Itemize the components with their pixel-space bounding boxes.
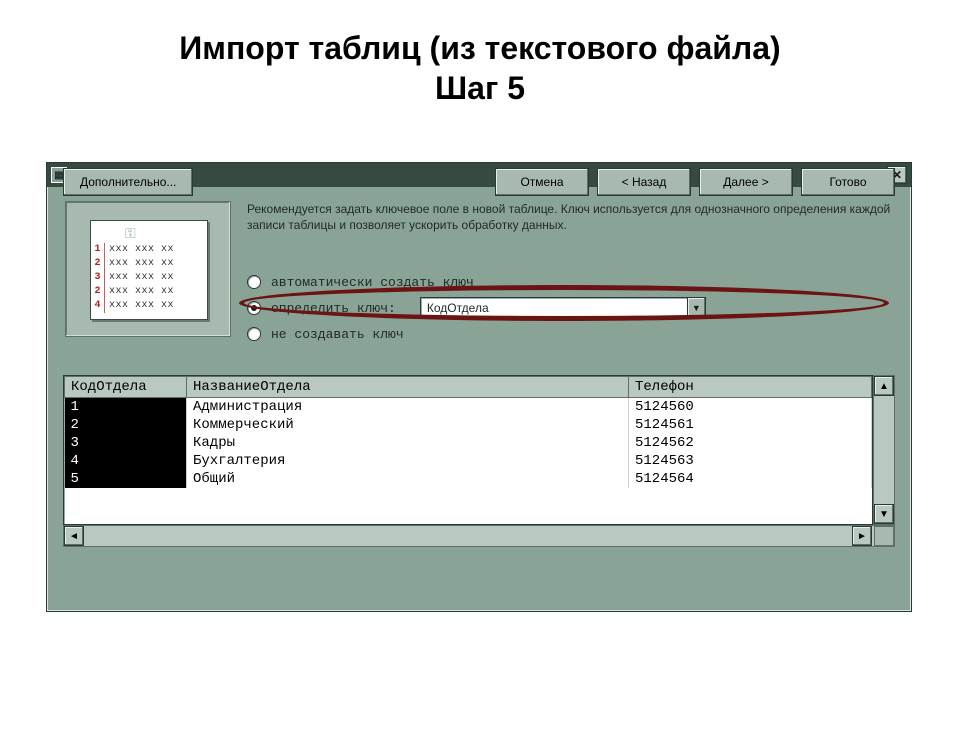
illustration-row: 2xxx xxx xx: [91, 285, 207, 299]
illustration-row: 1xxx xxx xx: [91, 243, 207, 257]
column-header[interactable]: НазваниеОтдела: [187, 377, 629, 398]
table-cell: 5124560: [629, 398, 872, 417]
column-header[interactable]: Телефон: [629, 377, 872, 398]
key-icon: ⚿: [125, 225, 136, 242]
wizard-illustration: ⚿ 1xxx xxx xx2xxx xxx xx3xxx xxx xx2xxx …: [65, 201, 231, 337]
wizard-button-row: Дополнительно... Отмена < Назад Далее > …: [63, 167, 895, 197]
table-cell: Кадры: [187, 434, 629, 452]
table-row[interactable]: 4Бухгалтерия5124563: [65, 452, 872, 470]
key-field-select[interactable]: КодОтдела ▼: [420, 297, 706, 319]
scroll-right-icon[interactable]: ►: [852, 526, 872, 546]
data-preview: КодОтделаНазваниеОтделаТелефон1Администр…: [63, 375, 895, 547]
table-cell: 4: [65, 452, 187, 470]
table-row[interactable]: 5Общий5124564: [65, 470, 872, 488]
scroll-down-icon[interactable]: ▼: [874, 504, 894, 524]
radio-auto-key[interactable]: [247, 275, 261, 289]
table-cell: 5124561: [629, 416, 872, 434]
radio-no-key-label: не создавать ключ: [271, 327, 404, 342]
radio-define-key-label: определить ключ:: [271, 301, 396, 316]
table-cell: 1: [65, 398, 187, 417]
table-row[interactable]: 2Коммерческий5124561: [65, 416, 872, 434]
table-cell: Администрация: [187, 398, 629, 417]
table-cell: 5124563: [629, 452, 872, 470]
preview-table: КодОтделаНазваниеОтделаТелефон1Администр…: [63, 375, 873, 525]
finish-button[interactable]: Готово: [801, 168, 895, 196]
radio-no-key[interactable]: [247, 327, 261, 341]
table-cell: Общий: [187, 470, 629, 488]
slide-title: Импорт таблиц (из текстового файла) Шаг …: [0, 28, 960, 108]
scroll-corner: [874, 526, 894, 546]
dropdown-arrow-icon[interactable]: ▼: [687, 298, 705, 318]
scroll-left-icon[interactable]: ◄: [64, 526, 84, 546]
next-button[interactable]: Далее >: [699, 168, 793, 196]
key-field-value: КодОтдела: [427, 301, 489, 315]
back-button[interactable]: < Назад: [597, 168, 691, 196]
table-row[interactable]: 1Администрация5124560: [65, 398, 872, 417]
table-cell: 5124562: [629, 434, 872, 452]
table-header-row: КодОтделаНазваниеОтделаТелефон: [65, 377, 872, 398]
scroll-up-icon[interactable]: ▲: [874, 376, 894, 396]
illustration-row: 2xxx xxx xx: [91, 257, 207, 271]
table-cell: Бухгалтерия: [187, 452, 629, 470]
column-header[interactable]: КодОтдела: [65, 377, 187, 398]
table-cell: Коммерческий: [187, 416, 629, 434]
key-options-group: автоматически создать ключ определить кл…: [247, 269, 893, 347]
table-cell: 5: [65, 470, 187, 488]
vertical-scrollbar[interactable]: ▲ ▼: [873, 375, 895, 525]
horizontal-scrollbar[interactable]: ◄ ►: [63, 525, 895, 547]
import-text-wizard-dialog: ▦ Импорт текста ✕ ⚿ 1xxx xxx xx2xxx xxx …: [46, 162, 912, 612]
radio-auto-key-label: автоматически создать ключ: [271, 275, 474, 290]
table-cell: 5124564: [629, 470, 872, 488]
advanced-button[interactable]: Дополнительно...: [63, 168, 193, 196]
cancel-button[interactable]: Отмена: [495, 168, 589, 196]
table-row[interactable]: 3Кадры5124562: [65, 434, 872, 452]
radio-define-key[interactable]: [247, 301, 261, 315]
illustration-row: 4xxx xxx xx: [91, 299, 207, 313]
table-cell: 2: [65, 416, 187, 434]
table-cell: 3: [65, 434, 187, 452]
illustration-row: 3xxx xxx xx: [91, 271, 207, 285]
wizard-description: Рекомендуется задать ключевое поле в нов…: [247, 201, 893, 233]
